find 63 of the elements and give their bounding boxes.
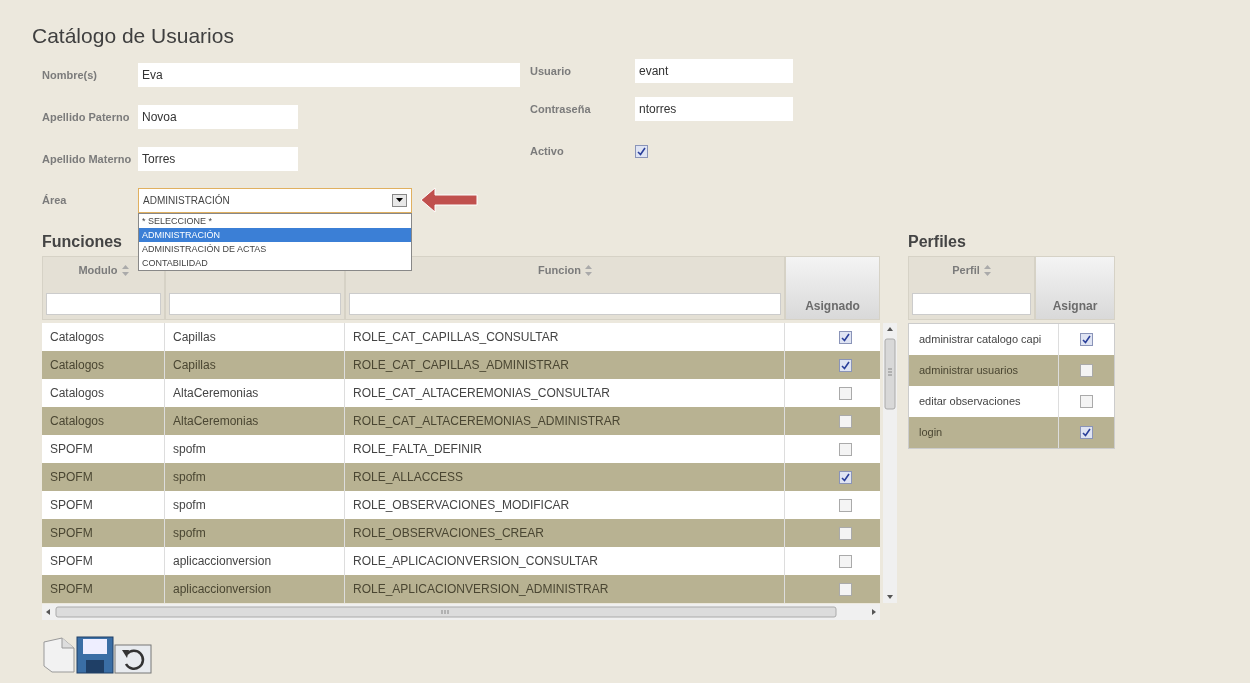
sort-icon[interactable]: [983, 264, 991, 276]
field-label: Activo: [530, 143, 565, 159]
column-title: Modulo: [78, 262, 118, 278]
table-cell: aplicaccionversion: [165, 575, 345, 603]
dropdown-option[interactable]: CONTABILIDAD: [139, 255, 411, 270]
table-row[interactable]: SPOFM spofm ROLE_ALLACCESS: [42, 463, 880, 491]
table-cell: login: [909, 417, 1059, 448]
checkbox[interactable]: [839, 554, 852, 568]
section-title: Funciones: [42, 232, 122, 252]
section-title: Perfiles: [908, 232, 967, 252]
table-cell: ROLE_APLICACIONVERSION_ADMINISTRAR: [345, 575, 785, 603]
table-cell: SPOFM: [42, 575, 165, 603]
text-field[interactable]: Torres: [138, 147, 298, 171]
table-row[interactable]: SPOFM aplicaccionversion ROLE_APLICACIONVERSION_ADMINISTRAR: [42, 575, 880, 603]
column-title: Asignado: [805, 298, 860, 315]
sort-icon[interactable]: [584, 264, 592, 276]
checkbox[interactable]: [839, 582, 852, 596]
caret-icon[interactable]: [392, 193, 407, 207]
checkbox[interactable]: [839, 526, 852, 540]
field-label: Contraseña: [530, 101, 592, 117]
text-field[interactable]: ntorres: [635, 97, 793, 121]
field-label: Área: [42, 192, 68, 208]
dropdown-option[interactable]: * SELECCIONE *: [139, 213, 411, 228]
filter-field[interactable]: [349, 293, 781, 315]
text-field[interactable]: Eva: [138, 63, 520, 87]
filter-field[interactable]: [46, 293, 161, 315]
checkbox[interactable]: [839, 330, 852, 344]
dropdown-option[interactable]: ADMINISTRACIÓN DE ACTAS: [139, 241, 411, 256]
checkbox[interactable]: [839, 386, 852, 400]
table-row[interactable]: login: [909, 417, 1114, 448]
checkbox[interactable]: [839, 414, 852, 428]
horizontal-scrollbar[interactable]: [42, 604, 880, 620]
vertical-scrollbar[interactable]: [883, 323, 897, 603]
arrow-icon: [420, 187, 478, 213]
checkbox[interactable]: [1080, 395, 1093, 408]
field-label: Nombre(s): [42, 68, 98, 82]
text-field[interactable]: Novoa: [138, 105, 298, 129]
undo-button[interactable]: [114, 644, 152, 674]
table-row[interactable]: Catalogos Capillas ROLE_CAT_CAPILLAS_ADMINISTRAR: [42, 351, 880, 379]
field-label: Usuario: [530, 63, 572, 79]
table-row[interactable]: SPOFM spofm ROLE_OBSERVACIONES_CREAR: [42, 519, 880, 547]
filter-field[interactable]: [169, 293, 341, 315]
checkbox[interactable]: [1080, 364, 1093, 377]
checkbox[interactable]: [839, 442, 852, 456]
column-title: Perfil: [952, 262, 980, 278]
table-row[interactable]: Catalogos AltaCeremonias ROLE_CAT_ALTACEREMONIAS_ADMINISTRAR: [42, 407, 880, 435]
checkbox[interactable]: [635, 144, 648, 158]
filter-field[interactable]: [912, 293, 1031, 315]
save-button[interactable]: [76, 636, 114, 674]
dropdown-option[interactable]: ADMINISTRACIÓN: [139, 227, 411, 242]
field-label: Apellido Paterno: [42, 110, 131, 124]
table-row[interactable]: administrar usuarios: [909, 355, 1114, 386]
checkbox[interactable]: [839, 470, 852, 484]
checkbox[interactable]: [1080, 333, 1093, 346]
text-field[interactable]: evant: [635, 59, 793, 83]
checkbox[interactable]: [839, 358, 852, 372]
sort-icon[interactable]: [121, 264, 129, 276]
column-title: Funcion: [538, 262, 581, 278]
page-title: Catálogo de Usuarios: [32, 23, 235, 48]
field-label: Apellido Materno: [42, 152, 133, 166]
checkbox[interactable]: [1080, 426, 1093, 439]
checkbox[interactable]: [839, 498, 852, 512]
column-title: Asignar: [1052, 298, 1098, 315]
